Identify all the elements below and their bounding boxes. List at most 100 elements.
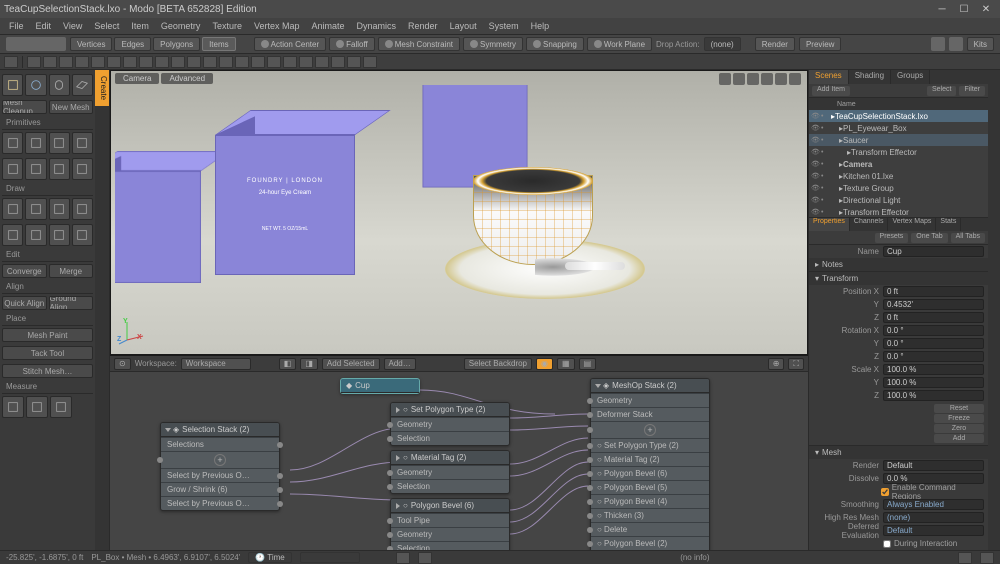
selmode-items[interactable]: Items (202, 37, 236, 51)
section-mesh[interactable]: ▾Mesh (809, 446, 988, 459)
close-button[interactable]: ✕ (976, 2, 996, 16)
render-button[interactable]: Render (755, 37, 795, 51)
tool-icon[interactable] (25, 198, 46, 220)
menu-help[interactable]: Help (526, 20, 555, 32)
tool-icon[interactable] (26, 396, 48, 418)
menu-item[interactable]: Item (126, 20, 154, 32)
viewport-icon[interactable] (775, 73, 787, 85)
layout-preset-icon[interactable] (251, 56, 265, 68)
node-port[interactable]: ○ Polygon Bevel (4) (591, 494, 709, 508)
right-side-tabs[interactable] (988, 70, 1000, 550)
view-mode-icon[interactable]: ▦ (557, 358, 575, 370)
node-meshop-stack[interactable]: ◈MeshOp Stack (2) GeometryDeformer Stack… (590, 378, 710, 550)
transform-field[interactable]: 0.0 ° (883, 325, 984, 336)
node-port[interactable]: ○ Thicken (3) (591, 508, 709, 522)
node-port[interactable]: Selection (391, 431, 509, 445)
layout-preset-icon[interactable] (75, 56, 89, 68)
tree-item[interactable]: 👁•▸ Saucer (809, 134, 988, 146)
layout-preset-icon[interactable] (267, 56, 281, 68)
layout-preset-icon[interactable] (331, 56, 345, 68)
transform-field[interactable]: 100.0 % (883, 390, 984, 401)
layout-preset-icon[interactable] (59, 56, 73, 68)
cube-icon[interactable] (2, 74, 23, 96)
tool-icon[interactable] (2, 224, 23, 246)
tree-item[interactable]: 👁•▸ Kitchen 01.lxe (809, 170, 988, 182)
node-selection-stack[interactable]: ◈Selection Stack (2) Selections + Select… (160, 422, 280, 511)
tool-icon[interactable] (72, 158, 93, 180)
layout-preset-icon[interactable] (91, 56, 105, 68)
viewport-icon[interactable] (747, 73, 759, 85)
add-item-button[interactable]: Add Item (812, 86, 850, 96)
add-button[interactable]: Add… (384, 358, 416, 370)
section-transform[interactable]: ▾Transform (809, 272, 988, 285)
viewport-icon[interactable] (719, 73, 731, 85)
node-port[interactable]: ○ Polygon Bevel (6) (591, 466, 709, 480)
toolbar-snapping[interactable]: Snapping (526, 37, 584, 51)
select-button[interactable]: Select (927, 86, 956, 96)
zero-button[interactable]: Zero (934, 424, 984, 433)
viewport-tab-camera[interactable]: Camera (115, 73, 159, 84)
tab-shading[interactable]: Shading (849, 70, 891, 84)
transform-field[interactable]: 0.0 ° (883, 338, 984, 349)
mesh-field[interactable]: Always Enabled (883, 499, 984, 510)
menu-view[interactable]: View (58, 20, 87, 32)
tab-properties[interactable]: Properties (809, 218, 850, 231)
tool-quick-align[interactable]: Quick Align (2, 296, 47, 310)
tool-tack-tool[interactable]: Tack Tool (2, 346, 93, 360)
viewport-icon[interactable] (761, 73, 773, 85)
menu-vertex-map[interactable]: Vertex Map (249, 20, 305, 32)
item-tree[interactable]: Name 👁•▸ TeaCupSelectionStack.lxo👁•▸ PL_… (809, 98, 988, 218)
filter-button[interactable]: Filter (959, 86, 985, 96)
node[interactable]: ○Polygon Bevel (6)Tool PipeGeometrySelec… (390, 498, 510, 550)
tool-converge[interactable]: Converge (2, 264, 47, 278)
tool-icon[interactable] (72, 132, 93, 154)
kit-icon[interactable] (931, 37, 945, 51)
status-icon[interactable] (980, 552, 994, 564)
fit-icon[interactable]: ⛶ (788, 358, 804, 370)
node-port[interactable]: Geometry (391, 417, 509, 431)
node-port[interactable]: ○ Polygon Bevel (5) (591, 480, 709, 494)
tree-item[interactable]: 👁•▸ PL_Eyewear_Box (809, 122, 988, 134)
view-mode-icon[interactable]: ▤ (579, 358, 597, 370)
add-port-icon[interactable]: + (214, 454, 226, 466)
tool-icon[interactable] (72, 224, 93, 246)
menu-file[interactable]: File (4, 20, 29, 32)
transform-field[interactable]: 0.0 ° (883, 351, 984, 362)
enable-cmd-regions-checkbox[interactable] (881, 488, 889, 496)
tool-icon[interactable] (2, 396, 24, 418)
freeze-button[interactable]: Freeze (934, 414, 984, 423)
node-port[interactable]: Select by Previous O… (161, 496, 279, 510)
layout-preset-icon[interactable] (171, 56, 185, 68)
tool-icon[interactable] (2, 198, 23, 220)
tab-channels[interactable]: Channels (850, 218, 889, 231)
mesh-field[interactable]: (none) (883, 512, 984, 523)
toolbar-work-plane[interactable]: Work Plane (587, 37, 652, 51)
node-port[interactable]: Select by Previous O… (161, 468, 279, 482)
transform-field[interactable]: 0.4532' (883, 299, 984, 310)
toolbar-symmetry[interactable]: Symmetry (463, 37, 523, 51)
new-mesh-button[interactable]: New Mesh (49, 100, 94, 114)
tool-icon[interactable] (72, 198, 93, 220)
pin-icon[interactable]: ⊙ (114, 358, 131, 370)
play-icon[interactable] (396, 552, 410, 564)
node-port[interactable]: ○ Set Polygon Type (2) (591, 438, 709, 452)
sphere-icon[interactable] (25, 74, 46, 96)
view-mode-icon[interactable]: ◉ (536, 358, 553, 370)
mesh-field[interactable]: Default (883, 460, 984, 471)
menu-select[interactable]: Select (89, 20, 124, 32)
tree-item[interactable]: 👁•▸ Transform Effector (809, 146, 988, 158)
menu-system[interactable]: System (484, 20, 524, 32)
node-port[interactable]: Selection (391, 541, 509, 550)
layout-preset-icon[interactable] (315, 56, 329, 68)
tool-ground-align[interactable]: Ground Align (49, 296, 94, 310)
3d-viewport[interactable]: Camera Advanced FOUNDRY | LONDON24-hour … (110, 70, 808, 355)
node-port[interactable]: Deformer Stack (591, 407, 709, 421)
tool-mesh-paint[interactable]: Mesh Paint (2, 328, 93, 342)
add-selected-button[interactable]: Add Selected (322, 358, 380, 370)
add-port-icon[interactable]: + (591, 421, 709, 438)
node-port[interactable]: ○ Polygon Bevel (2) (591, 536, 709, 550)
presets-button[interactable]: Presets (875, 233, 909, 243)
layout-preset-icon[interactable] (139, 56, 153, 68)
zoom-icon[interactable]: ⊕ (768, 358, 785, 370)
layout-preset-icon[interactable] (363, 56, 377, 68)
